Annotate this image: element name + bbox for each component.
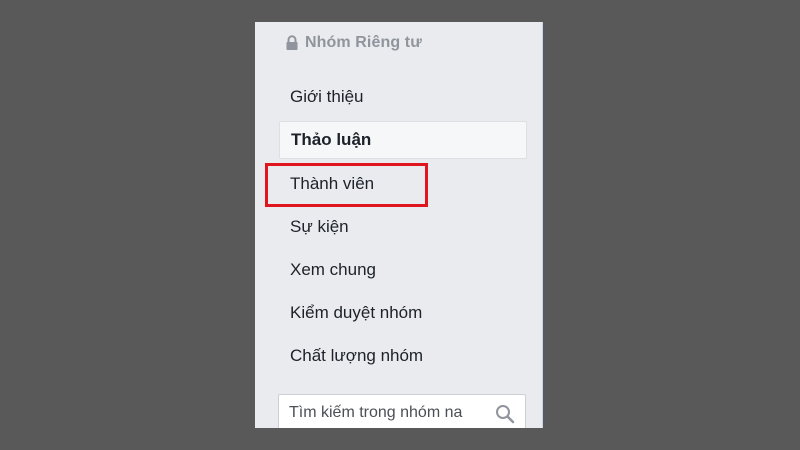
nav-item-members[interactable]: Thành viên	[279, 165, 527, 203]
nav-item-group-quality[interactable]: Chất lượng nhóm	[279, 337, 527, 375]
nav-item-about[interactable]: Giới thiệu	[279, 78, 527, 116]
group-search-box[interactable]	[278, 394, 526, 428]
nav-item-moderation[interactable]: Kiểm duyệt nhóm	[279, 294, 527, 332]
nav-item-events[interactable]: Sự kiện	[279, 208, 527, 246]
panel-edge	[543, 22, 545, 428]
group-sidebar: Nhóm Riêng tư Giới thiệu Thảo luận Thành…	[255, 22, 545, 428]
lock-icon	[285, 35, 299, 51]
group-search-input[interactable]	[279, 404, 489, 422]
nav-item-watch-party[interactable]: Xem chung	[279, 251, 527, 289]
nav-item-discussion[interactable]: Thảo luận	[279, 121, 527, 159]
group-privacy-label: Nhóm Riêng tư	[285, 34, 422, 52]
search-icon[interactable]	[495, 404, 515, 424]
privacy-text: Nhóm Riêng tư	[305, 34, 422, 51]
